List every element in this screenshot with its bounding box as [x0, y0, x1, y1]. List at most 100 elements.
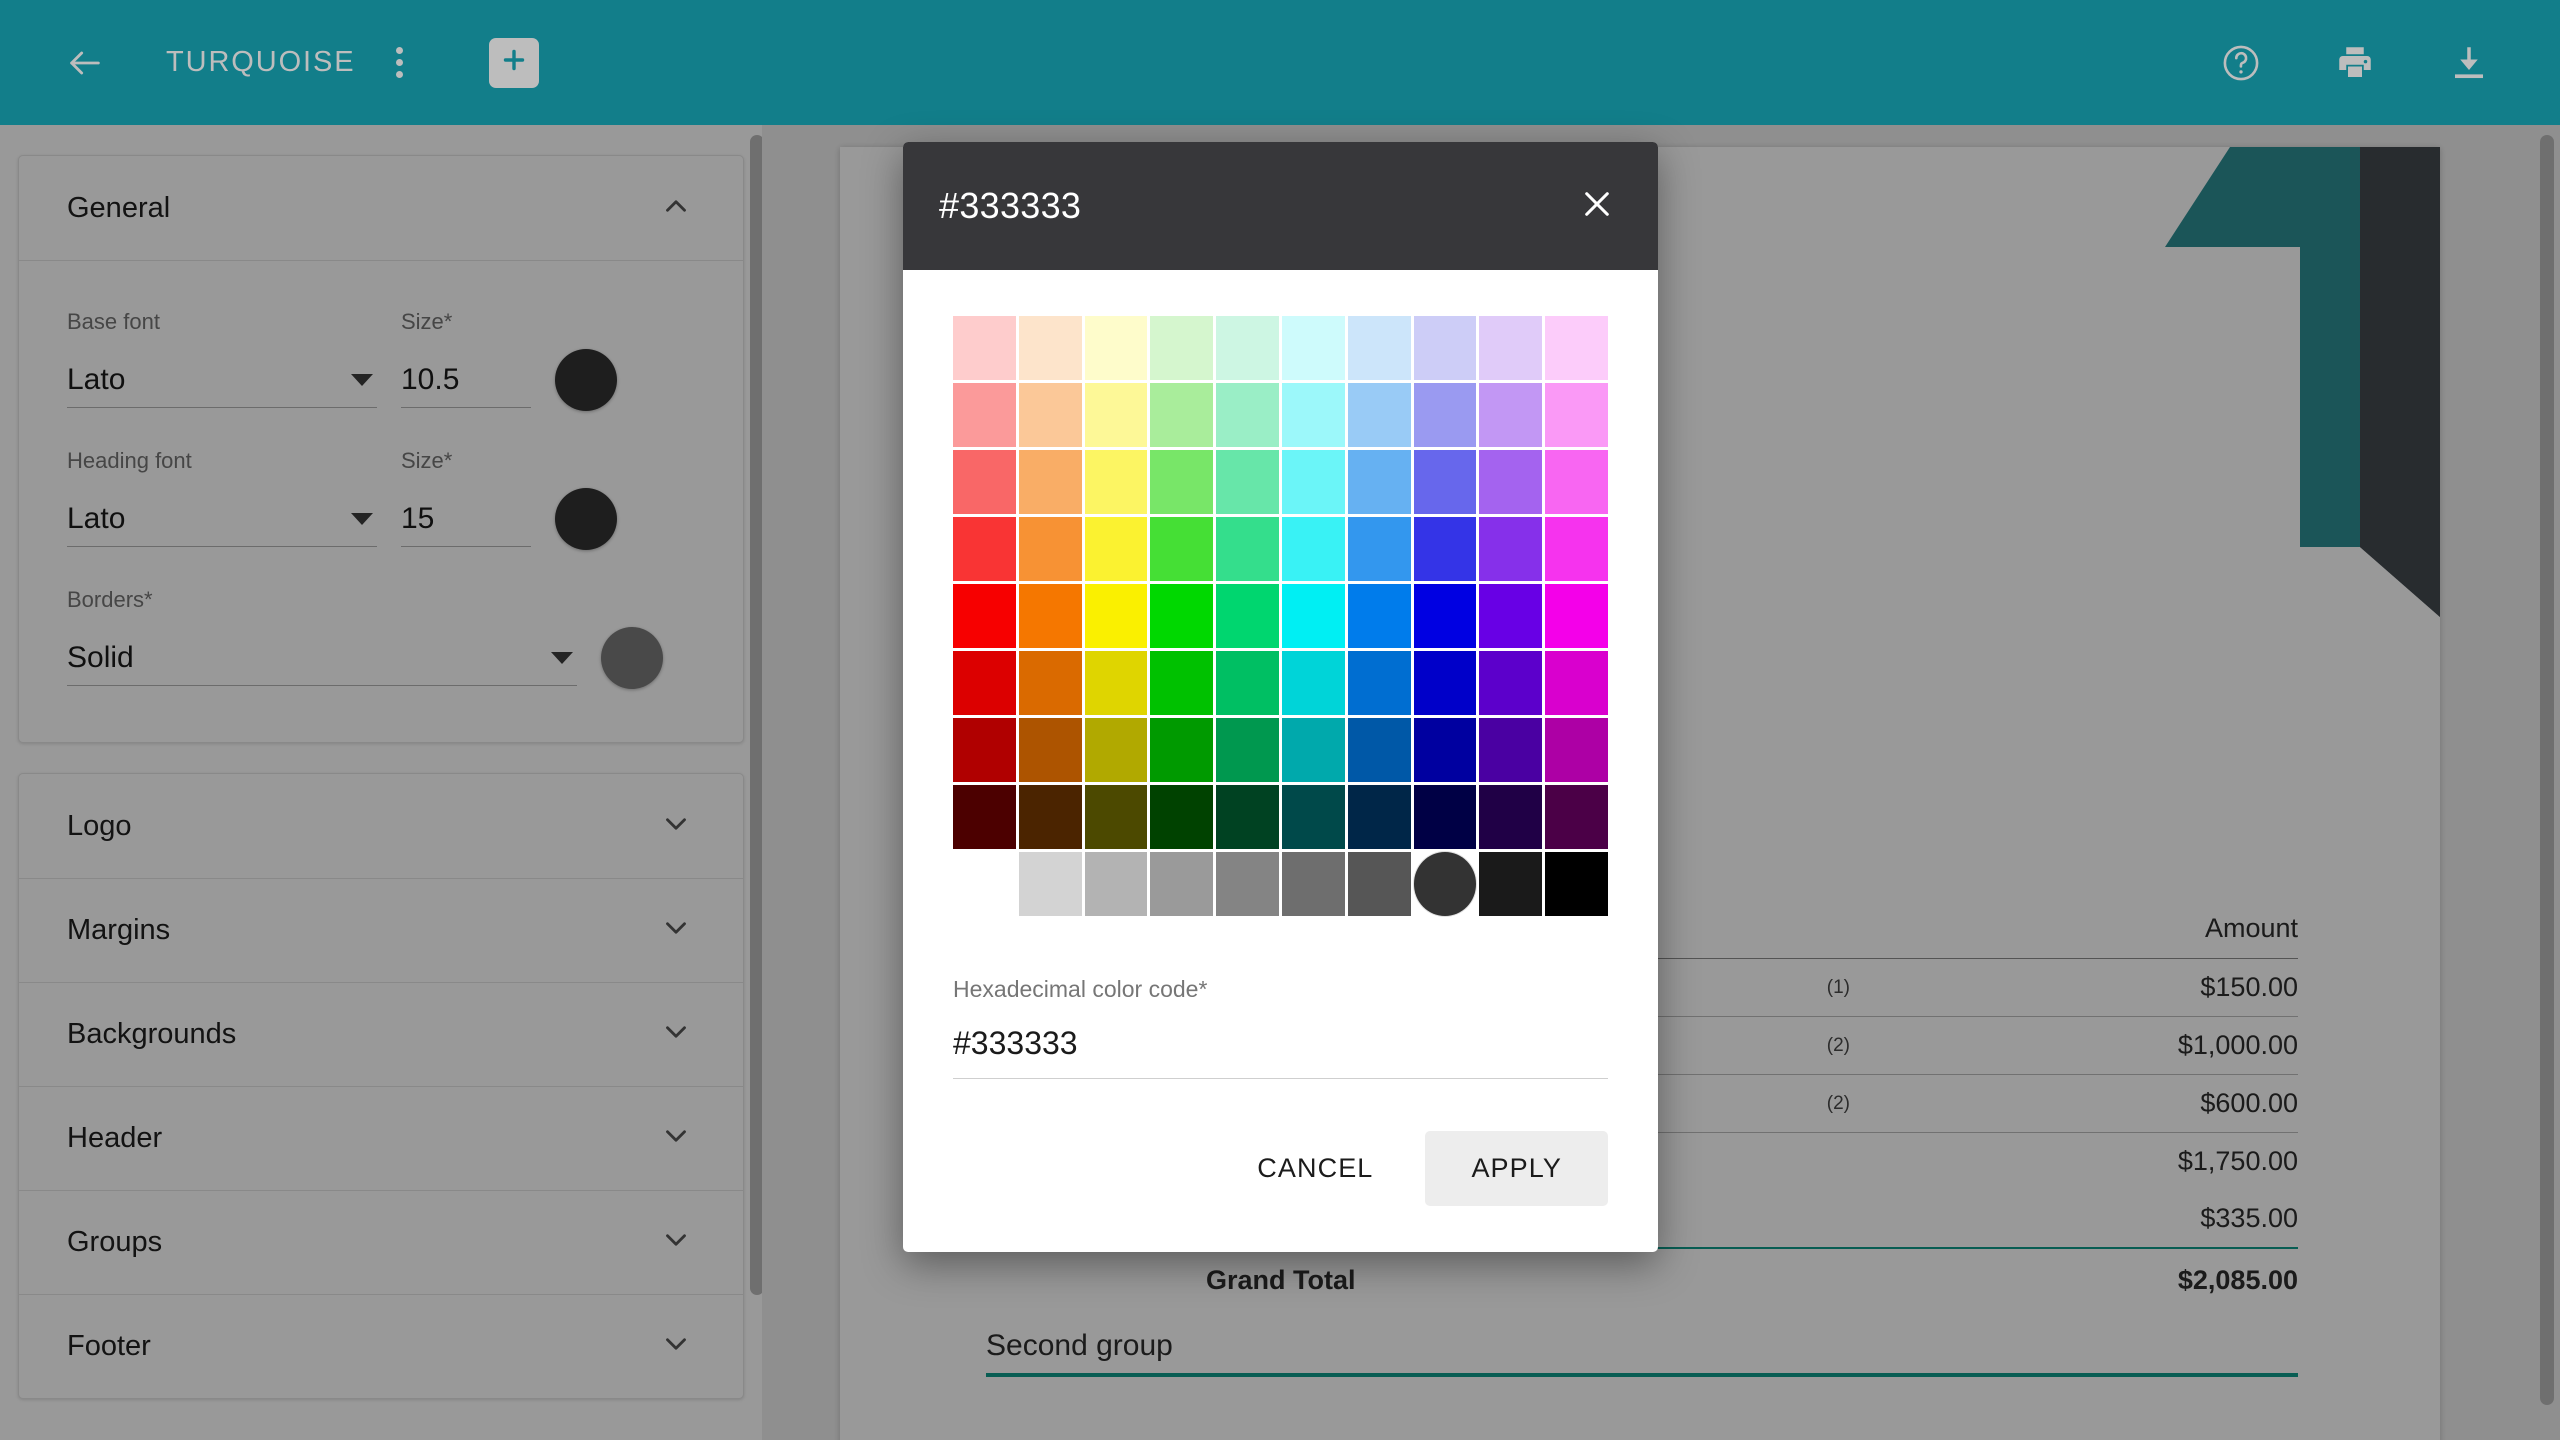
palette-swatch[interactable]: [1084, 584, 1148, 648]
palette-swatch[interactable]: [1545, 584, 1608, 648]
palette-swatch[interactable]: [1084, 316, 1148, 380]
palette-swatch[interactable]: [1413, 718, 1477, 782]
palette-swatch[interactable]: [1150, 450, 1214, 514]
palette-swatch[interactable]: [1084, 718, 1148, 782]
palette-swatch[interactable]: [1545, 517, 1608, 581]
palette-swatch[interactable]: [1413, 517, 1477, 581]
palette-swatch[interactable]: [1347, 785, 1411, 849]
palette-swatch[interactable]: [1413, 785, 1477, 849]
palette-swatch[interactable]: [1281, 852, 1345, 916]
palette-swatch-selected[interactable]: [1413, 852, 1477, 916]
palette-swatch[interactable]: [1084, 785, 1148, 849]
palette-swatch[interactable]: [1479, 316, 1543, 380]
palette-swatch[interactable]: [1084, 651, 1148, 715]
help-button[interactable]: [2202, 24, 2280, 102]
palette-swatch[interactable]: [1281, 785, 1345, 849]
palette-swatch[interactable]: [1150, 584, 1214, 648]
palette-swatch[interactable]: [1479, 584, 1543, 648]
palette-swatch[interactable]: [1347, 316, 1411, 380]
palette-swatch[interactable]: [1281, 383, 1345, 447]
palette-swatch[interactable]: [1413, 450, 1477, 514]
palette-swatch[interactable]: [953, 517, 1016, 581]
palette-swatch[interactable]: [1347, 852, 1411, 916]
palette-swatch[interactable]: [1150, 517, 1214, 581]
palette-swatch[interactable]: [953, 316, 1016, 380]
palette-swatch[interactable]: [1281, 718, 1345, 782]
palette-swatch[interactable]: [1413, 584, 1477, 648]
palette-swatch[interactable]: [1150, 852, 1214, 916]
palette-swatch[interactable]: [1413, 383, 1477, 447]
palette-swatch[interactable]: [1479, 718, 1543, 782]
palette-swatch[interactable]: [953, 584, 1016, 648]
palette-swatch[interactable]: [1216, 316, 1279, 380]
palette-swatch[interactable]: [1150, 383, 1214, 447]
palette-swatch[interactable]: [1018, 383, 1082, 447]
palette-swatch[interactable]: [1545, 450, 1608, 514]
palette-swatch[interactable]: [1018, 651, 1082, 715]
palette-swatch[interactable]: [1545, 718, 1608, 782]
palette-swatch[interactable]: [1018, 517, 1082, 581]
palette-swatch[interactable]: [1413, 316, 1477, 380]
palette-swatch[interactable]: [953, 785, 1016, 849]
palette-swatch[interactable]: [1216, 651, 1279, 715]
palette-swatch[interactable]: [1150, 718, 1214, 782]
palette-swatch[interactable]: [1545, 852, 1608, 916]
palette-swatch[interactable]: [1545, 785, 1608, 849]
palette-swatch[interactable]: [1479, 517, 1543, 581]
palette-swatch[interactable]: [953, 651, 1016, 715]
palette-swatch[interactable]: [1347, 450, 1411, 514]
palette-swatch[interactable]: [1018, 584, 1082, 648]
palette-swatch[interactable]: [1216, 718, 1279, 782]
palette-swatch[interactable]: [1216, 785, 1279, 849]
palette-swatch[interactable]: [1347, 517, 1411, 581]
cancel-button[interactable]: CANCEL: [1223, 1131, 1407, 1206]
palette-swatch[interactable]: [1545, 383, 1608, 447]
palette-swatch[interactable]: [1413, 651, 1477, 715]
palette-swatch[interactable]: [1281, 450, 1345, 514]
palette-swatch[interactable]: [1347, 651, 1411, 715]
palette-swatch[interactable]: [1545, 316, 1608, 380]
palette-swatch[interactable]: [1479, 450, 1543, 514]
palette-swatch[interactable]: [1018, 450, 1082, 514]
hex-color-input[interactable]: [953, 1021, 1608, 1079]
palette-swatch[interactable]: [1281, 651, 1345, 715]
palette-swatch[interactable]: [1479, 383, 1543, 447]
palette-swatch[interactable]: [1281, 584, 1345, 648]
palette-swatch[interactable]: [1347, 718, 1411, 782]
print-button[interactable]: [2316, 24, 2394, 102]
palette-swatch[interactable]: [1281, 517, 1345, 581]
download-button[interactable]: [2430, 24, 2508, 102]
overflow-menu-button[interactable]: [380, 35, 419, 90]
close-button[interactable]: [1570, 177, 1624, 236]
palette-swatch[interactable]: [953, 383, 1016, 447]
palette-swatch[interactable]: [953, 718, 1016, 782]
palette-swatch[interactable]: [1545, 651, 1608, 715]
palette-swatch[interactable]: [1216, 383, 1279, 447]
apply-button[interactable]: APPLY: [1425, 1131, 1608, 1206]
palette-swatch[interactable]: [1347, 383, 1411, 447]
palette-swatch[interactable]: [1150, 785, 1214, 849]
back-button[interactable]: [46, 24, 124, 102]
palette-swatch[interactable]: [1216, 584, 1279, 648]
palette-swatch[interactable]: [1281, 316, 1345, 380]
palette-swatch[interactable]: [1216, 450, 1279, 514]
palette-swatch[interactable]: [1018, 718, 1082, 782]
add-button[interactable]: [488, 37, 539, 88]
palette-swatch[interactable]: [1150, 316, 1214, 380]
palette-swatch[interactable]: [1084, 852, 1148, 916]
palette-swatch[interactable]: [1150, 651, 1214, 715]
palette-swatch[interactable]: [1216, 852, 1279, 916]
palette-swatch[interactable]: [1347, 584, 1411, 648]
palette-swatch[interactable]: [1018, 852, 1082, 916]
palette-swatch[interactable]: [1479, 651, 1543, 715]
palette-swatch[interactable]: [1084, 517, 1148, 581]
palette-swatch[interactable]: [1018, 785, 1082, 849]
palette-swatch[interactable]: [1084, 450, 1148, 514]
palette-swatch[interactable]: [1216, 517, 1279, 581]
palette-swatch[interactable]: [1479, 785, 1543, 849]
palette-swatch[interactable]: [1018, 316, 1082, 380]
palette-swatch[interactable]: [953, 852, 1016, 916]
palette-swatch[interactable]: [1479, 852, 1543, 916]
palette-swatch[interactable]: [953, 450, 1016, 514]
palette-swatch[interactable]: [1084, 383, 1148, 447]
